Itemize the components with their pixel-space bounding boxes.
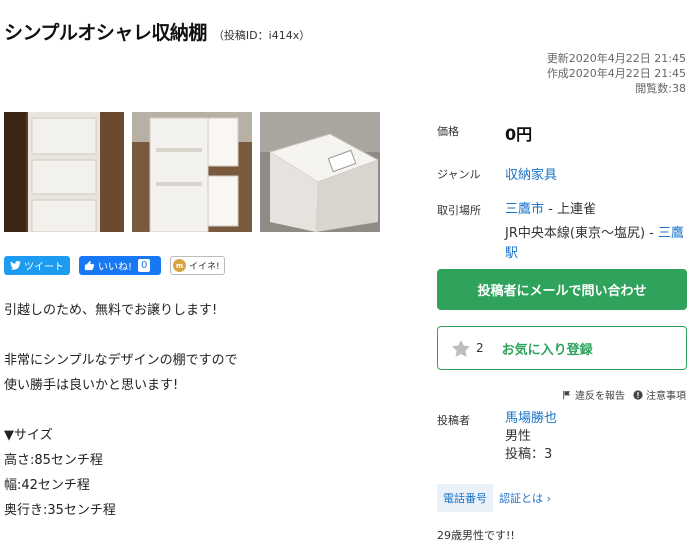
updated-date: 更新2020年4月22日 21:45 bbox=[546, 52, 686, 65]
genre-label: ジャンル bbox=[437, 168, 481, 181]
photo-thumbnail-1[interactable] bbox=[4, 112, 124, 232]
poster-info: 馬場勝也 男性 投稿：3 bbox=[505, 410, 557, 464]
social-share-bar: ツイート いいね! 0 m イイネ! bbox=[4, 256, 225, 275]
place-row: 取引場所 三鷹市 - 上連雀 JR中央本線(東京〜塩尻) - 三鷹駅 bbox=[437, 191, 687, 264]
flag-icon bbox=[563, 390, 570, 399]
item-details: 価格 0円 ジャンル 収納家具 取引場所 三鷹市 - 上連雀 JR中央本線(東京… bbox=[437, 110, 687, 264]
exclamation-circle-icon bbox=[633, 389, 643, 400]
poster-name-link[interactable]: 馬場勝也 bbox=[505, 410, 557, 428]
phone-verification-row: 電話番号 認証とは › bbox=[437, 484, 551, 512]
iine-label: イイネ! bbox=[189, 262, 220, 272]
iine-logo-icon: m bbox=[173, 259, 186, 272]
photo-thumbnail-2[interactable] bbox=[132, 112, 252, 232]
photo-gallery bbox=[4, 112, 380, 232]
like-label: いいね! bbox=[98, 262, 133, 273]
report-links: 違反を報告 注意事項 bbox=[562, 387, 686, 402]
item-description: 引越しのため、無料でお譲りします! 非常にシンプルなデザインの棚ですので 使い勝… bbox=[4, 303, 238, 518]
post-meta: 更新2020年4月22日 21:45 作成2020年4月22日 21:45 閲覧… bbox=[547, 51, 686, 96]
tweet-label: ツイート bbox=[24, 262, 64, 273]
favorite-count: 2 bbox=[476, 341, 484, 355]
report-violation-link[interactable]: 違反を報告 bbox=[562, 387, 625, 402]
created-date: 作成2020年4月22日 21:45 bbox=[546, 67, 686, 80]
favorite-label: お気に入り登録 bbox=[501, 342, 593, 358]
view-count: 閲覧数:38 bbox=[635, 82, 686, 95]
twitter-bird-icon bbox=[10, 261, 21, 270]
thumbs-up-icon bbox=[84, 260, 95, 271]
place-info: 三鷹市 - 上連雀 JR中央本線(東京〜塩尻) - 三鷹駅 bbox=[505, 200, 687, 264]
price-value: 0円 bbox=[505, 125, 533, 144]
poster-section: 投稿者 馬場勝也 男性 投稿：3 bbox=[437, 410, 687, 464]
notes-link[interactable]: 注意事項 bbox=[633, 387, 686, 402]
post-id: （投稿ID：i414x） bbox=[212, 29, 311, 42]
poster-label: 投稿者 bbox=[437, 414, 470, 427]
price-label: 価格 bbox=[437, 125, 459, 138]
line-text: JR中央本線(東京〜塩尻) - bbox=[505, 226, 658, 241]
city-link[interactable]: 三鷹市 bbox=[505, 202, 544, 217]
iine-button[interactable]: m イイネ! bbox=[170, 256, 225, 275]
title-row: シンプルオシャレ収納棚 （投稿ID：i414x） bbox=[4, 18, 310, 45]
report-label: 違反を報告 bbox=[575, 391, 625, 402]
poster-bio: 29歳男性です!! bbox=[437, 529, 515, 542]
poster-gender: 男性 bbox=[505, 429, 532, 444]
price-row: 価格 0円 bbox=[437, 110, 687, 154]
verify-info-link[interactable]: 認証とは › bbox=[499, 490, 551, 506]
notes-label: 注意事項 bbox=[646, 391, 686, 402]
page-title: シンプルオシャレ収納棚 bbox=[4, 22, 207, 44]
poster-post-count: 投稿：3 bbox=[505, 447, 553, 462]
like-count: 0 bbox=[138, 259, 151, 272]
place-label: 取引場所 bbox=[437, 204, 481, 217]
facebook-like-button[interactable]: いいね! 0 bbox=[79, 256, 161, 275]
tweet-button[interactable]: ツイート bbox=[4, 256, 70, 275]
genre-link[interactable]: 収納家具 bbox=[505, 164, 557, 191]
photo-thumbnail-3[interactable] bbox=[260, 112, 380, 232]
star-icon bbox=[452, 339, 470, 357]
contact-poster-button[interactable]: 投稿者にメールで問い合わせ bbox=[437, 269, 687, 310]
phone-badge: 電話番号 bbox=[437, 484, 493, 512]
genre-row: ジャンル 収納家具 bbox=[437, 154, 687, 191]
area-text: - 上連雀 bbox=[544, 202, 596, 217]
favorite-button[interactable]: 2 お気に入り登録 bbox=[437, 326, 687, 370]
